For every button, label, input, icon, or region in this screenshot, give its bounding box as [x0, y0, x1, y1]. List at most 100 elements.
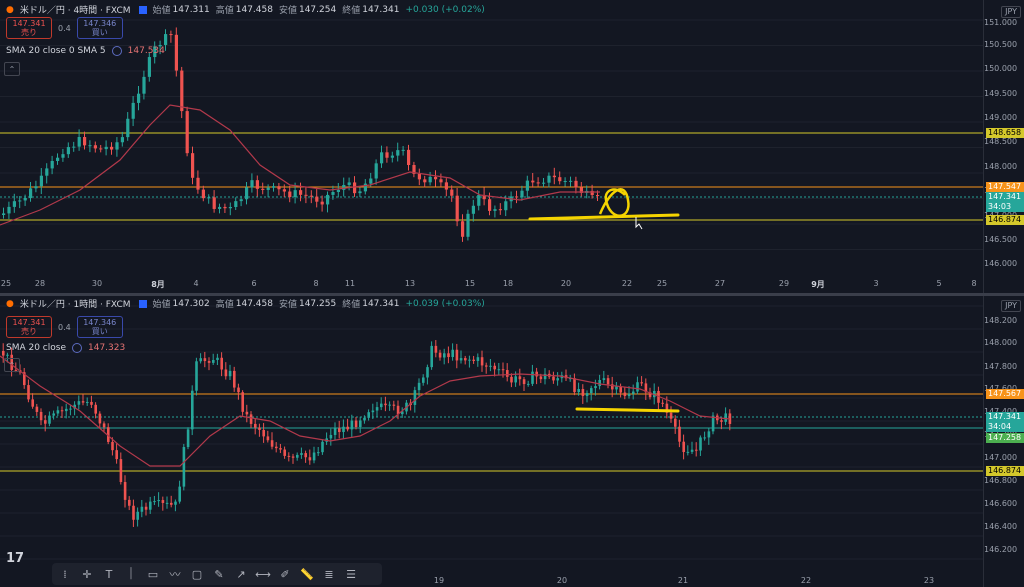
current-price-badge[interactable]: 147.341 — [986, 192, 1024, 202]
open-label: 始値 — [152, 300, 171, 310]
change-value: +0.039 (+0.03%) — [405, 298, 485, 309]
collapse-legend-button[interactable]: ⌃ — [4, 358, 20, 372]
candle — [115, 450, 118, 460]
candle — [99, 148, 103, 150]
symbol-title[interactable]: 米ドル／円 · 1時間 · FXCM — [20, 297, 131, 310]
sma-label: SMA 20 close 0 SMA 5 — [6, 46, 106, 56]
high-label: 高値 — [215, 6, 234, 16]
candlestick-chart-1h[interactable] — [0, 296, 1024, 587]
candle — [119, 459, 123, 483]
candle — [147, 57, 151, 77]
time-tick: 21 — [677, 576, 689, 585]
candle — [472, 359, 475, 361]
candle — [471, 205, 475, 214]
candle — [128, 499, 131, 506]
pen-icon[interactable]: ✐ — [276, 565, 294, 583]
time-tick: 18 — [502, 279, 514, 288]
yellow-level-badge[interactable]: 146.874 — [986, 466, 1024, 476]
fib-icon[interactable]: ≣ — [320, 565, 338, 583]
yellow-level-badge[interactable]: 146.874 — [986, 215, 1024, 225]
path-icon[interactable]: 〰 — [166, 565, 184, 583]
currency-label[interactable]: JPY — [1001, 300, 1021, 312]
candle — [157, 500, 160, 502]
sma-legend[interactable]: SMA 20 close 147.323 — [6, 343, 125, 353]
candlestick-chart-4h[interactable] — [0, 0, 1024, 293]
sma-label: SMA 20 close — [6, 343, 66, 353]
settings-icon[interactable] — [111, 46, 122, 56]
candle — [120, 137, 124, 143]
candle — [86, 401, 89, 403]
candle — [31, 399, 34, 407]
time-tick: 20 — [560, 279, 572, 288]
sell-button[interactable]: 147.341 売り — [6, 316, 52, 338]
candle — [380, 403, 383, 408]
symbol-title[interactable]: 米ドル／円 · 4時間 · FXCM — [20, 3, 131, 16]
candle — [228, 370, 232, 377]
candle — [262, 429, 265, 437]
candle — [223, 206, 227, 209]
candle — [275, 446, 278, 449]
buy-button[interactable]: 147.346 買い — [76, 316, 123, 338]
tradingview-logo[interactable]: 17 — [6, 551, 24, 566]
time-tick: 8月 — [151, 280, 165, 289]
currency-label[interactable]: JPY — [1001, 6, 1021, 18]
candle — [476, 357, 480, 361]
candle — [39, 175, 43, 187]
current-price-badge[interactable]: 147.341 — [986, 412, 1024, 422]
comment-icon[interactable]: ▢ — [188, 565, 206, 583]
buy-button[interactable]: 147.346 買い — [76, 17, 123, 39]
candle — [336, 189, 340, 192]
candle — [542, 182, 546, 184]
time-tick: 4 — [193, 279, 199, 288]
pattern-icon[interactable]: ☰ — [342, 565, 360, 583]
candle — [65, 408, 68, 412]
drag-handle-icon[interactable]: ⁞ — [56, 565, 74, 583]
candle — [196, 177, 200, 190]
candle — [239, 199, 243, 202]
yellow-level-badge[interactable]: 148.658 — [986, 128, 1024, 138]
text-icon[interactable]: T — [100, 565, 118, 583]
orange-level-badge[interactable]: 147.547 — [986, 182, 1024, 192]
candle — [520, 190, 524, 198]
candle — [50, 160, 54, 169]
orange-level-badge[interactable]: 147.567 — [986, 389, 1024, 399]
candle — [369, 178, 373, 184]
candle — [39, 411, 43, 421]
candle — [388, 404, 391, 406]
settings-icon[interactable] — [72, 343, 82, 353]
candle — [320, 201, 324, 205]
candle — [686, 451, 690, 453]
countdown-badge[interactable]: 34:03 — [986, 202, 1024, 212]
ruler-icon[interactable]: 📏 — [298, 565, 316, 583]
vertical-line-icon[interactable]: ⏐ — [122, 565, 140, 583]
candle — [72, 146, 76, 148]
candle — [115, 142, 119, 150]
brush-icon[interactable]: ✎ — [210, 565, 228, 583]
candle — [94, 404, 97, 414]
candle — [144, 506, 148, 510]
chart-pane-4h[interactable]: JPY 151.000 150.500 150.000 149.500 149.000 1… — [0, 0, 1024, 293]
green-level-badge[interactable]: 147.258 — [986, 433, 1024, 443]
crosshair-icon[interactable]: ✛ — [78, 565, 96, 583]
collapse-legend-button[interactable]: ⌃ — [4, 62, 20, 76]
candle — [288, 191, 292, 198]
time-tick: 11 — [344, 279, 356, 288]
candle — [153, 501, 156, 503]
close-label: 終値 — [342, 6, 361, 16]
candle — [602, 378, 606, 380]
horizontal-line-icon[interactable]: ⟷ — [254, 565, 272, 583]
candle — [443, 353, 446, 358]
sell-button[interactable]: 147.341 売り — [6, 17, 52, 39]
candle — [23, 197, 27, 201]
candle — [7, 206, 11, 214]
candle — [93, 145, 97, 149]
candle — [669, 412, 673, 419]
rectangle-icon[interactable]: ▭ — [144, 565, 162, 583]
candle — [308, 457, 312, 461]
arrow-icon[interactable]: ↗ — [232, 565, 250, 583]
spread-value: 0.4 — [58, 322, 71, 332]
candle — [353, 182, 357, 194]
sma-legend[interactable]: SMA 20 close 0 SMA 5 147.534 — [6, 46, 165, 56]
chart-pane-1h[interactable]: JPY 148.200148.000147.800147.600147.4001… — [0, 296, 1024, 587]
countdown-badge[interactable]: 34:04 — [986, 422, 1024, 432]
